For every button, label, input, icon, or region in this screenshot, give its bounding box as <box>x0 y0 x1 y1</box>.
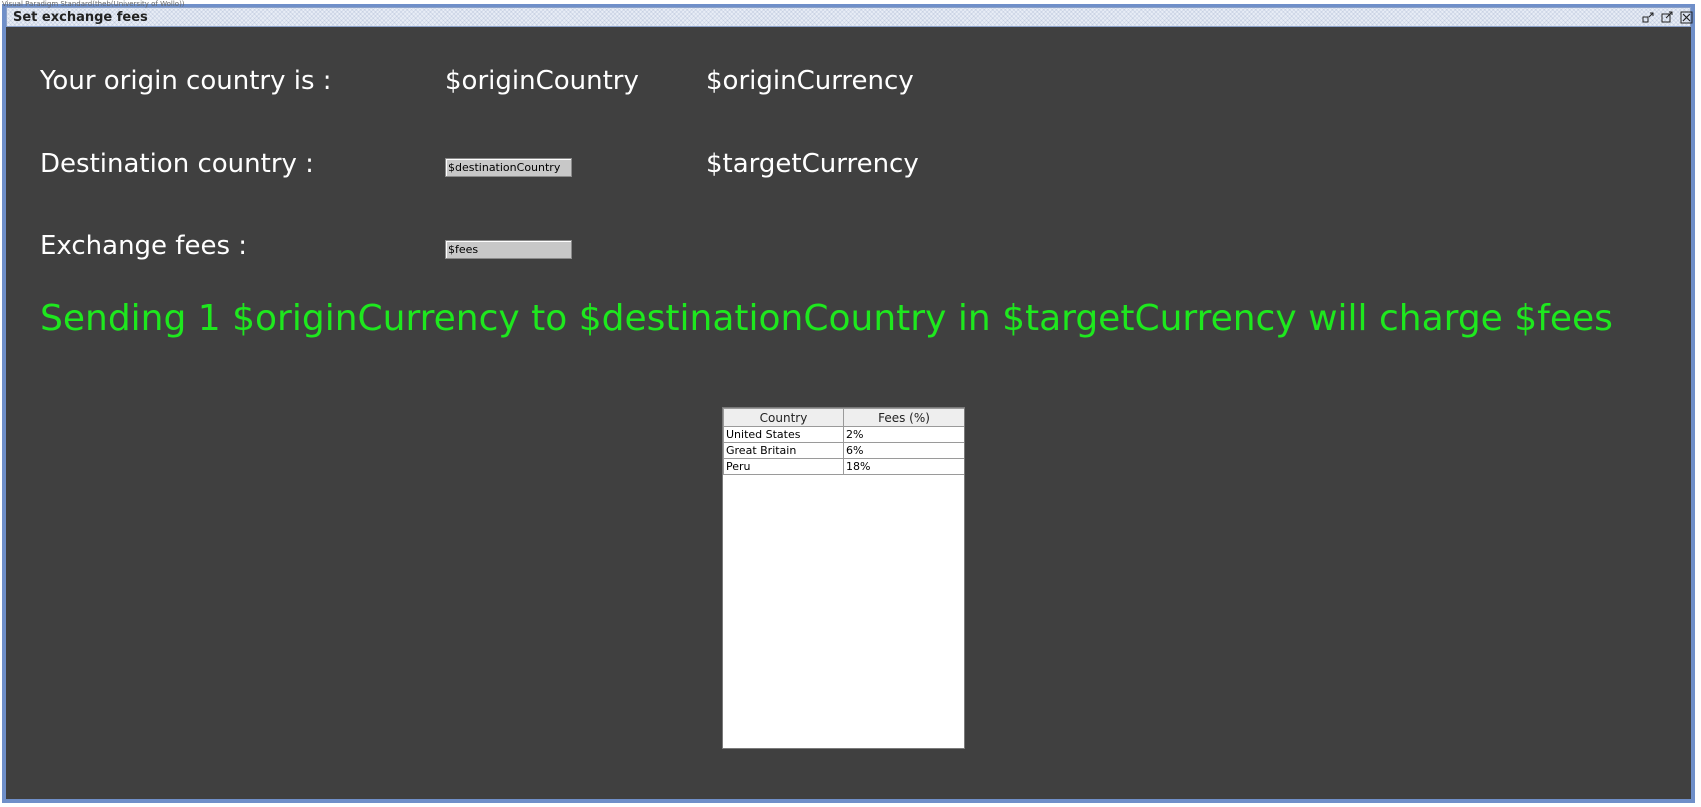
minimize-icon <box>1642 12 1654 22</box>
column-header-fees[interactable]: Fees (%) <box>843 408 964 427</box>
column-header-country[interactable]: Country <box>723 408 844 427</box>
window-content: Your origin country is : $originCountry … <box>6 27 1691 799</box>
destination-country-field[interactable]: $destinationCountry <box>445 158 572 177</box>
summary-message: Sending 1 $originCurrency to $destinatio… <box>40 298 1613 339</box>
fees-table-container[interactable]: Country Fees (%) United States 2% Great … <box>722 407 965 749</box>
exchange-fees-field[interactable]: $fees <box>445 240 572 259</box>
exchange-fees-label: Exchange fees : <box>40 231 248 261</box>
close-icon <box>1680 11 1693 23</box>
table-row[interactable]: United States 2% <box>723 426 964 443</box>
target-currency-value: $targetCurrency <box>706 149 919 179</box>
origin-currency-value: $originCurrency <box>706 66 914 96</box>
destination-country-label: Destination country : <box>40 149 314 179</box>
cell-country[interactable]: Peru <box>723 458 844 475</box>
maximize-icon <box>1661 11 1673 22</box>
origin-country-label: Your origin country is : <box>40 66 332 96</box>
table-header-row: Country Fees (%) <box>723 408 964 427</box>
cell-fees[interactable]: 6% <box>843 442 964 459</box>
close-button[interactable] <box>1679 10 1694 24</box>
maximize-button[interactable] <box>1660 10 1675 24</box>
window-title: Set exchange fees <box>13 10 148 25</box>
cell-fees[interactable]: 2% <box>843 426 964 443</box>
table-row[interactable]: Great Britain 6% <box>723 442 964 459</box>
cell-fees[interactable]: 18% <box>843 458 964 475</box>
cell-country[interactable]: United States <box>723 426 844 443</box>
cell-country[interactable]: Great Britain <box>723 442 844 459</box>
window-titlebar[interactable]: Set exchange fees <box>6 7 1694 27</box>
table-row[interactable]: Peru 18% <box>723 458 964 475</box>
fees-table: Country Fees (%) United States 2% Great … <box>723 408 964 475</box>
minimize-button[interactable] <box>1641 10 1656 24</box>
watermark-text: Visual Paradigm Standard(theb(University… <box>2 0 185 8</box>
origin-country-value: $originCountry <box>445 66 639 96</box>
